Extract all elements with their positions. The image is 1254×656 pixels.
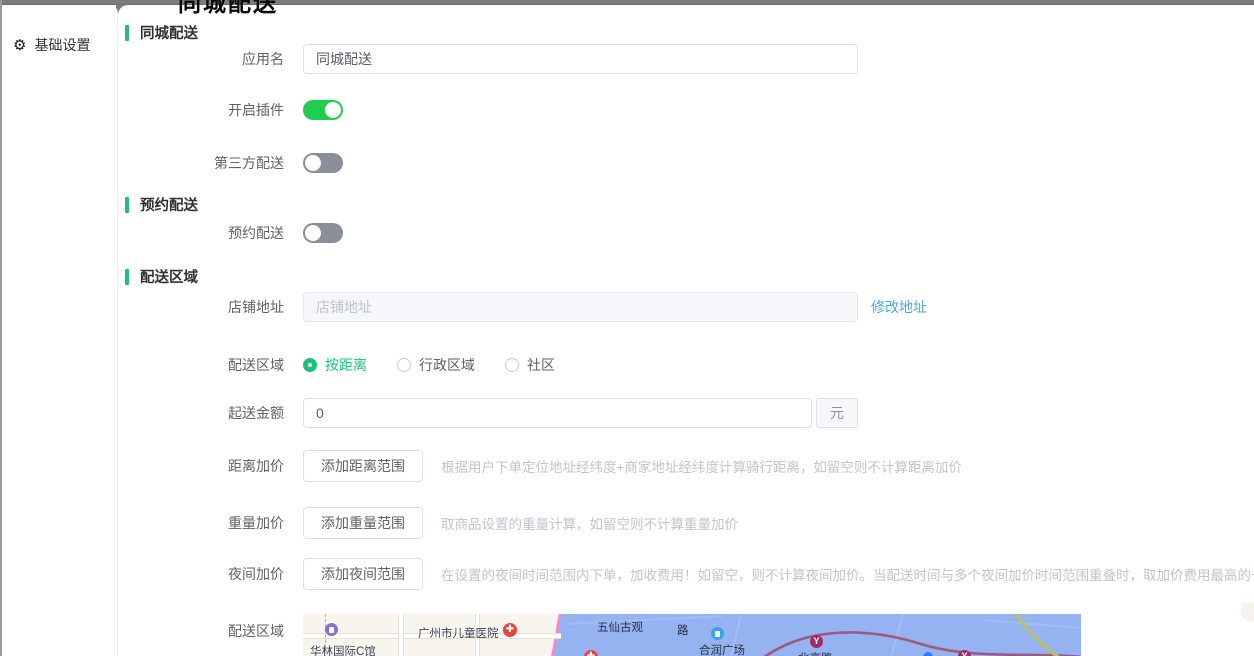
- section-title-delivery-area: 配送区域: [125, 268, 1254, 286]
- map-fragment: [1241, 603, 1254, 621]
- min-amount-label: 起送金额: [228, 405, 284, 421]
- section-accent-bar: [125, 268, 129, 285]
- metro-station-icon: Y: [810, 635, 823, 648]
- toggle-knob: [305, 225, 321, 241]
- app-name-input[interactable]: [303, 44, 858, 74]
- min-amount-row: 起送金额 元: [118, 398, 1254, 428]
- window-left-edge: [0, 0, 2, 656]
- area-mode-row: 配送区域 按距离 行政区域 社区: [118, 355, 1254, 375]
- weight-fee-hint: 取商品设置的重量计算，如留空则不计算重量加价: [441, 517, 738, 532]
- radio-community[interactable]: 社区: [505, 355, 555, 375]
- sidebar-item-basic-settings[interactable]: ⚙ 基础设置: [2, 5, 117, 65]
- radio-unchecked-icon: [397, 358, 411, 372]
- night-fee-row: 夜间加价 添加夜间范围 在设置的夜间时间范围内下单，加收费用！如留空，则不计算夜…: [118, 558, 1254, 590]
- map-label-road: 路: [677, 625, 689, 637]
- add-distance-range-button[interactable]: 添加距离范围: [303, 450, 423, 482]
- gear-icon: ⚙: [13, 36, 27, 54]
- enable-plugin-label: 开启插件: [228, 102, 284, 118]
- section-title-reserve-delivery: 预约配送: [125, 196, 1254, 214]
- weight-fee-label: 重量加价: [228, 515, 284, 531]
- delivery-area-map[interactable]: 华林国际C馆 广州市儿童医院 ✚ ✚ 五仙古观 路 合润广场 Y 北京路 Y: [303, 614, 1081, 656]
- toggle-knob: [305, 155, 321, 171]
- sidebar-item-label: 基础设置: [34, 37, 91, 53]
- section-title-city-delivery: 同城配送: [125, 24, 1254, 42]
- page-title: 同城配送: [178, 0, 278, 16]
- toggle-knob: [325, 102, 341, 118]
- section-accent-bar: [125, 24, 129, 41]
- add-weight-range-button[interactable]: 添加重量范围: [303, 507, 423, 539]
- reserve-delivery-toggle[interactable]: [303, 223, 343, 243]
- building-icon: [711, 627, 724, 640]
- currency-suffix: 元: [816, 398, 858, 428]
- third-party-toggle[interactable]: [303, 153, 343, 173]
- radio-checked-icon: [303, 358, 317, 372]
- map-label-hualin: 华林国际C馆: [310, 646, 376, 656]
- modify-address-link[interactable]: 修改地址: [871, 297, 927, 317]
- map-point-icon: [923, 652, 933, 656]
- app-name-row: 应用名: [118, 44, 1254, 74]
- map-label-wuxian: 五仙古观: [597, 622, 643, 634]
- delivery-map-row: 配送区域 华林国际C馆 广州市儿童医院 ✚ ✚: [118, 614, 1254, 656]
- radio-admin-region[interactable]: 行政区域: [397, 355, 475, 375]
- area-mode-label: 配送区域: [228, 357, 284, 373]
- map-label-beijing-road: 北京路: [798, 650, 833, 656]
- map-label-herun: 合润广场: [699, 645, 745, 656]
- area-mode-radio-group: 按距离 行政区域 社区: [303, 355, 555, 375]
- weight-fee-row: 重量加价 添加重量范围 取商品设置的重量计算，如留空则不计算重量加价: [118, 507, 1254, 539]
- metro-station-icon: Y: [958, 650, 971, 656]
- distance-fee-hint: 根据用户下单定位地址经纬度+商家地址经纬度计算骑行距离，如留空则不计算距离加价: [441, 460, 962, 475]
- radio-by-distance[interactable]: 按距离: [303, 355, 367, 375]
- add-night-range-button[interactable]: 添加夜间范围: [303, 558, 423, 590]
- store-address-row: 店铺地址 修改地址: [118, 292, 1254, 322]
- third-party-label: 第三方配送: [214, 155, 284, 171]
- reserve-delivery-row: 预约配送: [118, 223, 1254, 243]
- third-party-row: 第三方配送: [118, 153, 1254, 173]
- distance-fee-label: 距离加价: [228, 458, 284, 474]
- night-fee-label: 夜间加价: [228, 566, 284, 582]
- map-road: [398, 614, 404, 656]
- app-name-label: 应用名: [242, 51, 284, 67]
- min-amount-input[interactable]: [303, 398, 812, 428]
- store-address-label: 店铺地址: [228, 299, 284, 315]
- mall-icon: [325, 623, 338, 636]
- distance-fee-row: 距离加价 添加距离范围 根据用户下单定位地址经纬度+商家地址经纬度计算骑行距离，…: [118, 450, 1254, 482]
- hospital-cross-icon: ✚: [503, 623, 517, 637]
- enable-plugin-row: 开启插件: [118, 100, 1254, 120]
- night-fee-hint: 在设置的夜间时间范围内下单，加收费用！如留空，则不计算夜间加价。当配送时间与多个…: [441, 568, 1254, 583]
- settings-form: 同城配送 应用名 开启插件 第三方配送 预约配送 预约配送 配送区域 店铺地址 …: [118, 5, 1254, 656]
- section-accent-bar: [125, 196, 129, 213]
- map-label-hospital: 广州市儿童医院: [418, 628, 499, 640]
- radio-unchecked-icon: [505, 358, 519, 372]
- reserve-delivery-label: 预约配送: [228, 225, 284, 241]
- enable-plugin-toggle[interactable]: [303, 100, 343, 120]
- sidebar: ⚙ 基础设置: [2, 5, 118, 656]
- store-address-input[interactable]: [303, 292, 858, 322]
- delivery-map-label: 配送区域: [228, 623, 284, 639]
